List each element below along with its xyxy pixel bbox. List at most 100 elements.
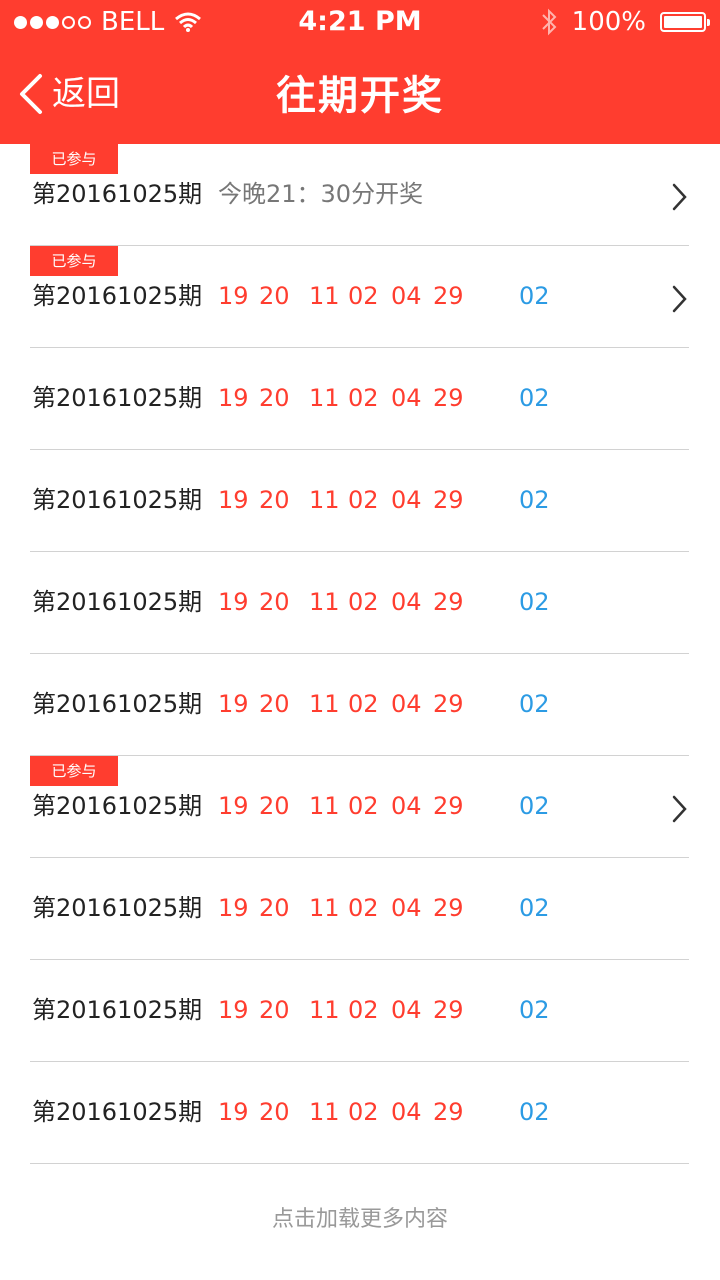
red-ball-number: 02 bbox=[348, 588, 379, 616]
red-ball-number: 29 bbox=[433, 690, 464, 718]
draw-row[interactable]: 已参与第20161025期 19 20 11 02 04 29 02 bbox=[30, 756, 689, 858]
chevron-right-icon bbox=[672, 285, 687, 313]
red-ball-number: 02 bbox=[348, 894, 379, 922]
red-ball-number: 04 bbox=[391, 588, 422, 616]
draw-row: 第20161025期 19 20 11 02 04 29 02 bbox=[30, 348, 689, 450]
red-ball-number: 11 bbox=[309, 690, 340, 718]
chevron-right-icon bbox=[672, 183, 687, 211]
red-ball-number: 20 bbox=[259, 894, 290, 922]
draw-history-list: 已参与 第20161025期 今晚21：30分开奖 已参与 第20161025期 19 20… bbox=[0, 144, 720, 1164]
blue-ball-number: 02 bbox=[519, 282, 550, 310]
draw-row: 第20161025期 19 20 11 02 04 29 02 bbox=[30, 858, 689, 960]
draw-time-notice: 今晚21：30分开奖 bbox=[218, 180, 424, 208]
draw-row: 第20161025期 19 20 11 02 04 29 02 bbox=[30, 960, 689, 1062]
red-ball-number: 20 bbox=[259, 996, 290, 1024]
red-ball-number: 20 bbox=[259, 282, 290, 310]
bluetooth-icon bbox=[541, 8, 557, 36]
red-ball-number: 29 bbox=[433, 792, 464, 820]
red-ball-number: 02 bbox=[348, 792, 379, 820]
issue-number: 第20161025期 bbox=[32, 1098, 203, 1126]
red-ball-number: 20 bbox=[259, 792, 290, 820]
top-bar: BELL 4:21 PM 100% 返回 往期开奖 bbox=[0, 0, 720, 144]
red-ball-number: 20 bbox=[259, 690, 290, 718]
red-ball-number: 19 bbox=[218, 894, 249, 922]
red-ball-number: 29 bbox=[433, 486, 464, 514]
red-ball-number: 29 bbox=[433, 588, 464, 616]
issue-number: 第20161025期 bbox=[32, 282, 203, 310]
red-ball-number: 20 bbox=[259, 1098, 290, 1126]
battery-percent: 100% bbox=[571, 7, 646, 37]
red-ball-number: 02 bbox=[348, 1098, 379, 1126]
blue-ball-number: 02 bbox=[519, 384, 550, 412]
status-bar: BELL 4:21 PM 100% bbox=[0, 0, 720, 44]
blue-ball-number: 02 bbox=[519, 1098, 550, 1126]
red-ball-number: 29 bbox=[433, 894, 464, 922]
red-ball-number: 19 bbox=[218, 282, 249, 310]
red-ball-number: 11 bbox=[309, 894, 340, 922]
page-title: 往期开奖 bbox=[276, 73, 444, 119]
red-ball-number: 04 bbox=[391, 282, 422, 310]
blue-ball-number: 02 bbox=[519, 996, 550, 1024]
blue-ball-number: 02 bbox=[519, 894, 550, 922]
red-ball-number: 02 bbox=[348, 996, 379, 1024]
red-ball-number: 11 bbox=[309, 384, 340, 412]
red-ball-number: 02 bbox=[348, 486, 379, 514]
blue-ball-number: 02 bbox=[519, 486, 550, 514]
nav-bar: 返回 往期开奖 bbox=[0, 44, 720, 144]
draw-row: 第20161025期 19 20 11 02 04 29 02 bbox=[30, 1062, 689, 1164]
issue-number: 第20161025期 bbox=[32, 486, 203, 514]
chevron-right-icon bbox=[672, 795, 687, 823]
red-ball-number: 04 bbox=[391, 384, 422, 412]
draw-row[interactable]: 已参与第20161025期 今晚21：30分开奖 bbox=[30, 144, 689, 246]
draw-row: 第20161025期 19 20 11 02 04 29 02 bbox=[30, 450, 689, 552]
red-ball-number: 04 bbox=[391, 1098, 422, 1126]
red-ball-number: 04 bbox=[391, 996, 422, 1024]
red-ball-number: 19 bbox=[218, 588, 249, 616]
red-ball-number: 29 bbox=[433, 996, 464, 1024]
red-ball-number: 11 bbox=[309, 792, 340, 820]
red-ball-number: 04 bbox=[391, 486, 422, 514]
red-ball-number: 11 bbox=[309, 588, 340, 616]
participated-badge: 已参与 bbox=[30, 144, 118, 174]
red-ball-number: 19 bbox=[218, 1098, 249, 1126]
red-ball-number: 11 bbox=[309, 1098, 340, 1126]
red-ball-number: 19 bbox=[218, 996, 249, 1024]
issue-number: 第20161025期 bbox=[32, 792, 203, 820]
red-ball-number: 19 bbox=[218, 384, 249, 412]
status-right: 100% bbox=[540, 0, 710, 44]
red-ball-number: 20 bbox=[259, 384, 290, 412]
red-ball-number: 20 bbox=[259, 486, 290, 514]
load-more-button[interactable]: 点击加载更多内容 bbox=[0, 1204, 720, 1236]
battery-icon bbox=[660, 12, 710, 32]
red-ball-number: 29 bbox=[433, 384, 464, 412]
participated-badge: 已参与 bbox=[30, 756, 118, 786]
red-ball-number: 29 bbox=[433, 282, 464, 310]
red-ball-number: 29 bbox=[433, 1098, 464, 1126]
blue-ball-number: 02 bbox=[519, 588, 550, 616]
red-ball-number: 19 bbox=[218, 486, 249, 514]
draw-row: 第20161025期 19 20 11 02 04 29 02 bbox=[30, 552, 689, 654]
red-ball-number: 19 bbox=[218, 690, 249, 718]
draw-row[interactable]: 已参与第20161025期 19 20 11 02 04 29 02 bbox=[30, 246, 689, 348]
red-ball-number: 11 bbox=[309, 282, 340, 310]
red-ball-number: 04 bbox=[391, 792, 422, 820]
red-ball-number: 02 bbox=[348, 282, 379, 310]
red-ball-number: 04 bbox=[391, 690, 422, 718]
issue-number: 第20161025期 bbox=[32, 384, 203, 412]
issue-number: 第20161025期 bbox=[32, 894, 203, 922]
issue-number: 第20161025期 bbox=[32, 588, 203, 616]
participated-badge: 已参与 bbox=[30, 246, 118, 276]
issue-number: 第20161025期 bbox=[32, 996, 203, 1024]
red-ball-number: 02 bbox=[348, 384, 379, 412]
red-ball-number: 11 bbox=[309, 486, 340, 514]
blue-ball-number: 02 bbox=[519, 792, 550, 820]
red-ball-number: 20 bbox=[259, 588, 290, 616]
draw-row: 第20161025期 19 20 11 02 04 29 02 bbox=[30, 654, 689, 756]
issue-number: 第20161025期 bbox=[32, 690, 203, 718]
red-ball-number: 02 bbox=[348, 690, 379, 718]
red-ball-number: 11 bbox=[309, 996, 340, 1024]
red-ball-number: 19 bbox=[218, 792, 249, 820]
blue-ball-number: 02 bbox=[519, 690, 550, 718]
issue-number: 第20161025期 bbox=[32, 180, 203, 208]
red-ball-number: 04 bbox=[391, 894, 422, 922]
